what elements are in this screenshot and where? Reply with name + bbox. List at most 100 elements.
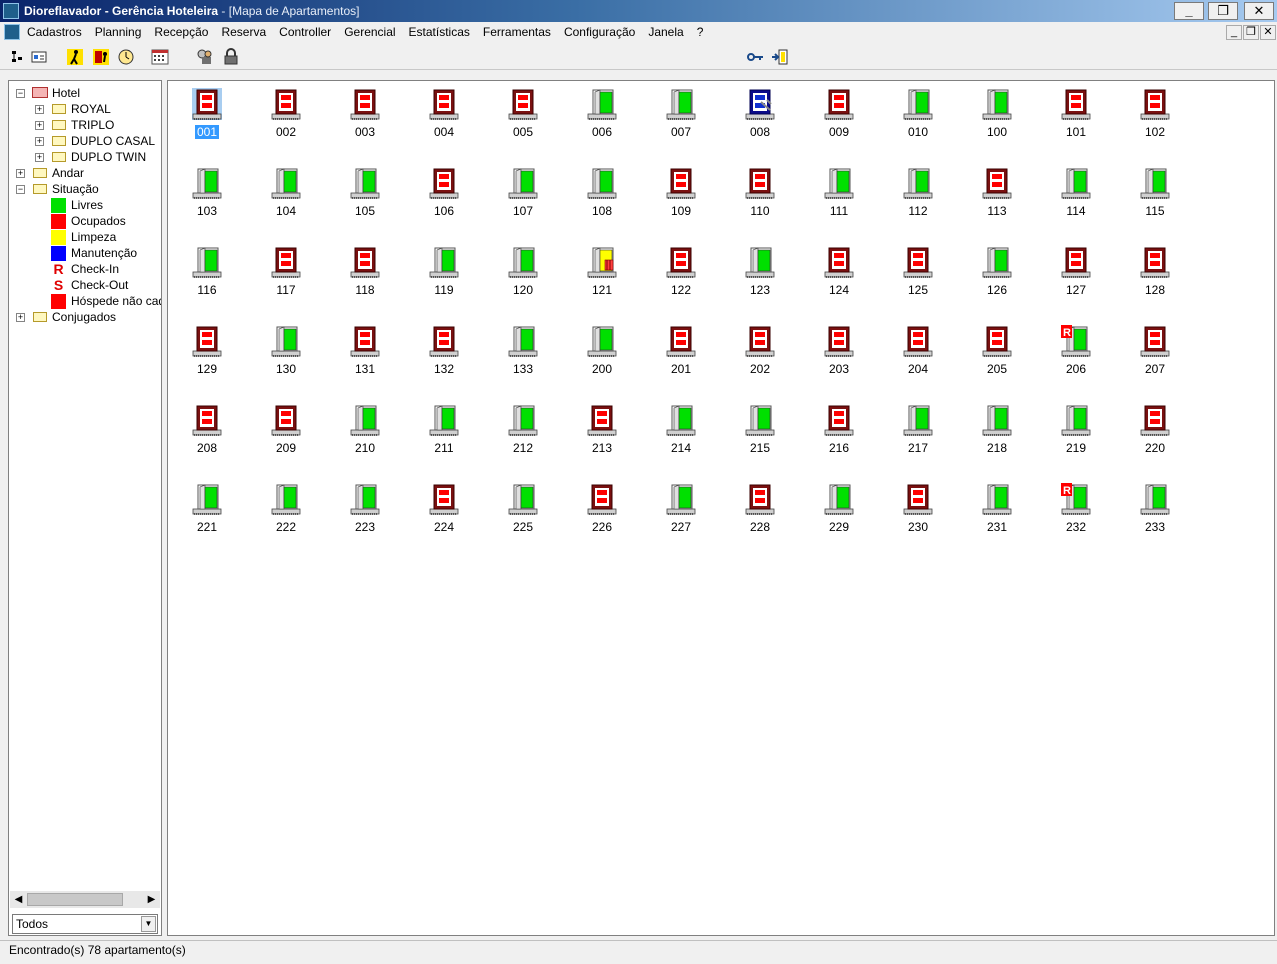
- menu-item-8[interactable]: Configuração: [564, 25, 635, 39]
- tree-node-status[interactable]: Check-In: [71, 261, 119, 277]
- room-tile[interactable]: 103: [177, 163, 237, 223]
- menu-item-10[interactable]: ?: [697, 25, 704, 39]
- room-tile[interactable]: 112: [888, 163, 948, 223]
- room-tile[interactable]: 106: [414, 163, 474, 223]
- close-button[interactable]: ✕: [1244, 2, 1274, 20]
- room-tile[interactable]: 207: [1125, 321, 1185, 381]
- room-tile[interactable]: 219: [1046, 400, 1106, 460]
- tree-node-status[interactable]: Ocupados: [71, 213, 126, 229]
- room-tile[interactable]: 224: [414, 479, 474, 539]
- menu-item-6[interactable]: Estatísticas: [409, 25, 470, 39]
- room-tile[interactable]: 006: [572, 84, 632, 144]
- scroll-left-icon[interactable]: ◀: [11, 892, 26, 907]
- room-tile[interactable]: 121: [572, 242, 632, 302]
- tree-node-status[interactable]: Hóspede não cada: [71, 293, 161, 309]
- room-tile[interactable]: 233: [1125, 479, 1185, 539]
- room-tile[interactable]: 225: [493, 479, 553, 539]
- room-tile[interactable]: 131: [335, 321, 395, 381]
- room-tile[interactable]: 007: [651, 84, 711, 144]
- room-tile[interactable]: 003: [335, 84, 395, 144]
- mdi-close-button[interactable]: ✕: [1260, 25, 1276, 40]
- tree-node-andar[interactable]: Andar: [52, 165, 84, 181]
- expand-icon[interactable]: +: [16, 169, 25, 178]
- room-tile[interactable]: 116: [177, 242, 237, 302]
- room-tile[interactable]: 108: [572, 163, 632, 223]
- door-exit-icon[interactable]: [771, 48, 789, 66]
- room-tile[interactable]: 200: [572, 321, 632, 381]
- room-tile[interactable]: 216: [809, 400, 869, 460]
- menu-item-3[interactable]: Reserva: [221, 25, 266, 39]
- room-tile[interactable]: 004: [414, 84, 474, 144]
- room-tile[interactable]: 211: [414, 400, 474, 460]
- room-tile[interactable]: 010: [888, 84, 948, 144]
- room-tile[interactable]: 105: [335, 163, 395, 223]
- room-tile[interactable]: 109: [651, 163, 711, 223]
- room-tile[interactable]: R 232: [1046, 479, 1106, 539]
- room-tile[interactable]: 212: [493, 400, 553, 460]
- room-tile[interactable]: 102: [1125, 84, 1185, 144]
- room-tile[interactable]: 230: [888, 479, 948, 539]
- tree-node-status[interactable]: Limpeza: [71, 229, 116, 245]
- tree-node-type[interactable]: DUPLO CASAL: [71, 133, 155, 149]
- room-tile[interactable]: 205: [967, 321, 1027, 381]
- room-tile[interactable]: 008: [730, 84, 790, 144]
- room-tile[interactable]: 120: [493, 242, 553, 302]
- room-tile[interactable]: 127: [1046, 242, 1106, 302]
- expand-icon[interactable]: +: [35, 105, 44, 114]
- room-tile[interactable]: 122: [651, 242, 711, 302]
- room-tile[interactable]: 114: [1046, 163, 1106, 223]
- room-tile[interactable]: 223: [335, 479, 395, 539]
- room-tile[interactable]: 126: [967, 242, 1027, 302]
- expand-icon[interactable]: +: [35, 121, 44, 130]
- room-tile[interactable]: 118: [335, 242, 395, 302]
- room-tile[interactable]: 111: [809, 163, 869, 223]
- tree-node-status[interactable]: Livres: [71, 197, 103, 213]
- room-tile[interactable]: 220: [1125, 400, 1185, 460]
- minimize-button[interactable]: _: [1174, 2, 1204, 20]
- room-tile[interactable]: 110: [730, 163, 790, 223]
- tree-node-type[interactable]: ROYAL: [71, 101, 111, 117]
- room-tile[interactable]: 228: [730, 479, 790, 539]
- clock-icon[interactable]: [117, 48, 135, 66]
- room-tile[interactable]: 005: [493, 84, 553, 144]
- room-tile[interactable]: 217: [888, 400, 948, 460]
- room-tile[interactable]: 203: [809, 321, 869, 381]
- expand-icon[interactable]: +: [16, 313, 25, 322]
- room-tile[interactable]: 214: [651, 400, 711, 460]
- menu-item-7[interactable]: Ferramentas: [483, 25, 551, 39]
- lock-icon[interactable]: [222, 48, 240, 66]
- tree-node-type[interactable]: TRIPLO: [71, 117, 114, 133]
- tree-node-status[interactable]: Check-Out: [71, 277, 128, 293]
- mdi-restore-button[interactable]: ❐: [1243, 25, 1259, 40]
- room-tile[interactable]: R 206: [1046, 321, 1106, 381]
- room-tile[interactable]: 100: [967, 84, 1027, 144]
- menu-item-5[interactable]: Gerencial: [344, 25, 395, 39]
- tree-node-type[interactable]: DUPLO TWIN: [71, 149, 146, 165]
- horizontal-scrollbar[interactable]: ◀ ▶: [10, 891, 160, 908]
- room-tile[interactable]: 104: [256, 163, 316, 223]
- room-tile[interactable]: 226: [572, 479, 632, 539]
- room-tile[interactable]: 128: [1125, 242, 1185, 302]
- tree-node-situacao[interactable]: Situação: [52, 181, 99, 197]
- scroll-thumb[interactable]: [27, 893, 123, 906]
- room-tile[interactable]: 221: [177, 479, 237, 539]
- scroll-right-icon[interactable]: ▶: [144, 892, 159, 907]
- room-tile[interactable]: 222: [256, 479, 316, 539]
- menu-item-4[interactable]: Controller: [279, 25, 331, 39]
- filter-select[interactable]: Todos ▼: [12, 914, 158, 934]
- room-tile[interactable]: 209: [256, 400, 316, 460]
- room-tile[interactable]: 231: [967, 479, 1027, 539]
- room-tile[interactable]: 210: [335, 400, 395, 460]
- room-tile[interactable]: 218: [967, 400, 1027, 460]
- tree-node-conjugados[interactable]: Conjugados: [52, 309, 116, 325]
- tree-view-icon[interactable]: [10, 48, 28, 66]
- room-tile[interactable]: 001: [177, 84, 237, 144]
- expand-icon[interactable]: +: [35, 137, 44, 146]
- calendar-icon[interactable]: [151, 48, 169, 66]
- room-tile[interactable]: 101: [1046, 84, 1106, 144]
- tree-node-hotel[interactable]: Hotel: [52, 85, 80, 101]
- search-user-icon[interactable]: [196, 48, 214, 66]
- room-tile[interactable]: 123: [730, 242, 790, 302]
- room-tile[interactable]: 133: [493, 321, 553, 381]
- key-icon[interactable]: [746, 48, 764, 66]
